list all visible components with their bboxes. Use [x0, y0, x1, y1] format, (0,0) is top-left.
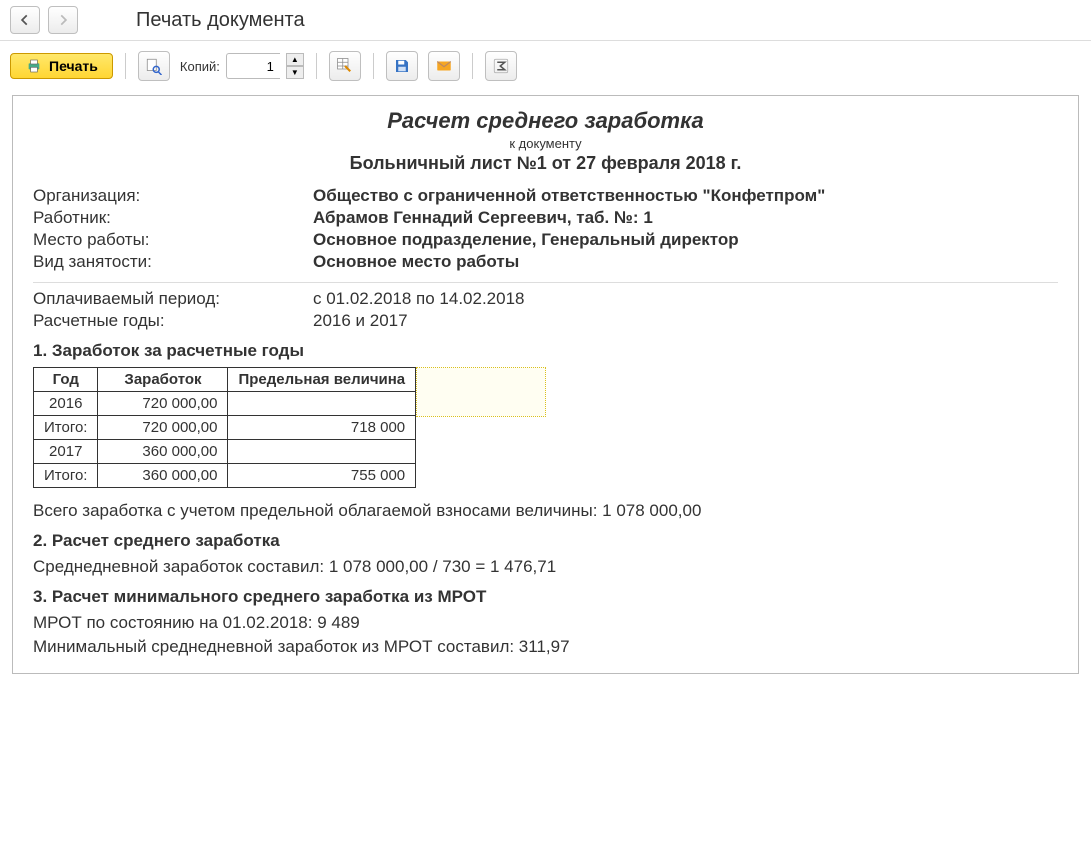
cell-earn: 360 000,00	[98, 464, 228, 488]
copies-input[interactable]	[226, 53, 280, 79]
section3-line2: Минимальный среднедневной заработок из М…	[33, 637, 1058, 657]
document-area: Расчет среднего заработка к документу Бо…	[0, 91, 1091, 694]
period-value: с 01.02.2018 по 14.02.2018	[313, 289, 1058, 309]
emp-type-label: Вид занятости:	[33, 252, 313, 272]
cell-total-label: Итого:	[34, 416, 98, 440]
table-selection-highlight	[416, 367, 546, 417]
arrow-right-icon	[56, 13, 70, 27]
employee-value: Абрамов Геннадий Сергеевич, таб. №: 1	[313, 208, 1058, 228]
cell-earn: 720 000,00	[98, 416, 228, 440]
sigma-icon	[492, 57, 510, 75]
separator	[373, 53, 374, 79]
section3-heading: 3. Расчет минимального среднего заработк…	[33, 587, 1058, 607]
send-button[interactable]	[428, 51, 460, 81]
section2-heading: 2. Расчет среднего заработка	[33, 531, 1058, 551]
diskette-icon	[393, 57, 411, 75]
org-label: Организация:	[33, 186, 313, 206]
document: Расчет среднего заработка к документу Бо…	[12, 95, 1079, 674]
save-button[interactable]	[386, 51, 418, 81]
workplace-label: Место работы:	[33, 230, 313, 250]
years-label: Расчетные годы:	[33, 311, 313, 331]
printer-icon	[25, 58, 43, 74]
table-pencil-icon	[336, 57, 354, 75]
cell-year: 2016	[34, 392, 98, 416]
separator	[316, 53, 317, 79]
cell-limit: 755 000	[228, 464, 416, 488]
info-grid: Организация: Общество с ограниченной отв…	[33, 186, 1058, 272]
earnings-table-wrap: Год Заработок Предельная величина 2016 7…	[33, 367, 416, 488]
table-row: Итого: 360 000,00 755 000	[34, 464, 416, 488]
print-button[interactable]: Печать	[10, 53, 113, 79]
separator	[472, 53, 473, 79]
doc-reference: Больничный лист №1 от 27 февраля 2018 г.	[33, 153, 1058, 174]
years-value: 2016 и 2017	[313, 311, 1058, 331]
col-year: Год	[34, 368, 98, 392]
preview-button[interactable]	[138, 51, 170, 81]
cell-year: 2017	[34, 440, 98, 464]
employee-label: Работник:	[33, 208, 313, 228]
forward-button[interactable]	[48, 6, 78, 34]
magnifier-icon	[145, 57, 163, 75]
table-row: 2017 360 000,00	[34, 440, 416, 464]
cell-total-label: Итого:	[34, 464, 98, 488]
nav-bar: Печать документа	[0, 0, 1091, 41]
stepper-down[interactable]: ▼	[286, 66, 304, 79]
org-value: Общество с ограниченной ответственностью…	[313, 186, 1058, 206]
col-earn: Заработок	[98, 368, 228, 392]
section1-summary: Всего заработка с учетом предельной обла…	[33, 501, 1058, 521]
workplace-value: Основное подразделение, Генеральный дире…	[313, 230, 1058, 250]
sum-button[interactable]	[485, 51, 517, 81]
doc-subtitle: к документу	[33, 136, 1058, 151]
doc-title: Расчет среднего заработка	[33, 108, 1058, 134]
section2-text: Среднедневной заработок составил: 1 078 …	[33, 557, 1058, 577]
table-header-row: Год Заработок Предельная величина	[34, 368, 416, 392]
info-grid-2: Оплачиваемый период: с 01.02.2018 по 14.…	[33, 289, 1058, 331]
earnings-table: Год Заработок Предельная величина 2016 7…	[33, 367, 416, 488]
cell-limit: 718 000	[228, 416, 416, 440]
table-edit-button[interactable]	[329, 51, 361, 81]
section1-heading: 1. Заработок за расчетные годы	[33, 341, 1058, 361]
period-label: Оплачиваемый период:	[33, 289, 313, 309]
copies-control: Копий: ▲ ▼	[180, 53, 304, 79]
divider	[33, 282, 1058, 283]
col-limit: Предельная величина	[228, 368, 416, 392]
print-button-label: Печать	[49, 58, 98, 74]
stepper-up[interactable]: ▲	[286, 53, 304, 66]
copies-label: Копий:	[180, 59, 220, 74]
section3-line1: МРОТ по состоянию на 01.02.2018: 9 489	[33, 613, 1058, 633]
table-row: 2016 720 000,00	[34, 392, 416, 416]
cell-earn: 720 000,00	[98, 392, 228, 416]
cell-limit	[228, 392, 416, 416]
arrow-left-icon	[18, 13, 32, 27]
back-button[interactable]	[10, 6, 40, 34]
separator	[125, 53, 126, 79]
cell-limit	[228, 440, 416, 464]
page-title: Печать документа	[86, 9, 305, 32]
cell-earn: 360 000,00	[98, 440, 228, 464]
toolbar: Печать Копий: ▲ ▼	[0, 41, 1091, 91]
mail-icon	[435, 57, 453, 75]
copies-stepper: ▲ ▼	[286, 53, 304, 79]
emp-type-value: Основное место работы	[313, 252, 1058, 272]
table-row: Итого: 720 000,00 718 000	[34, 416, 416, 440]
